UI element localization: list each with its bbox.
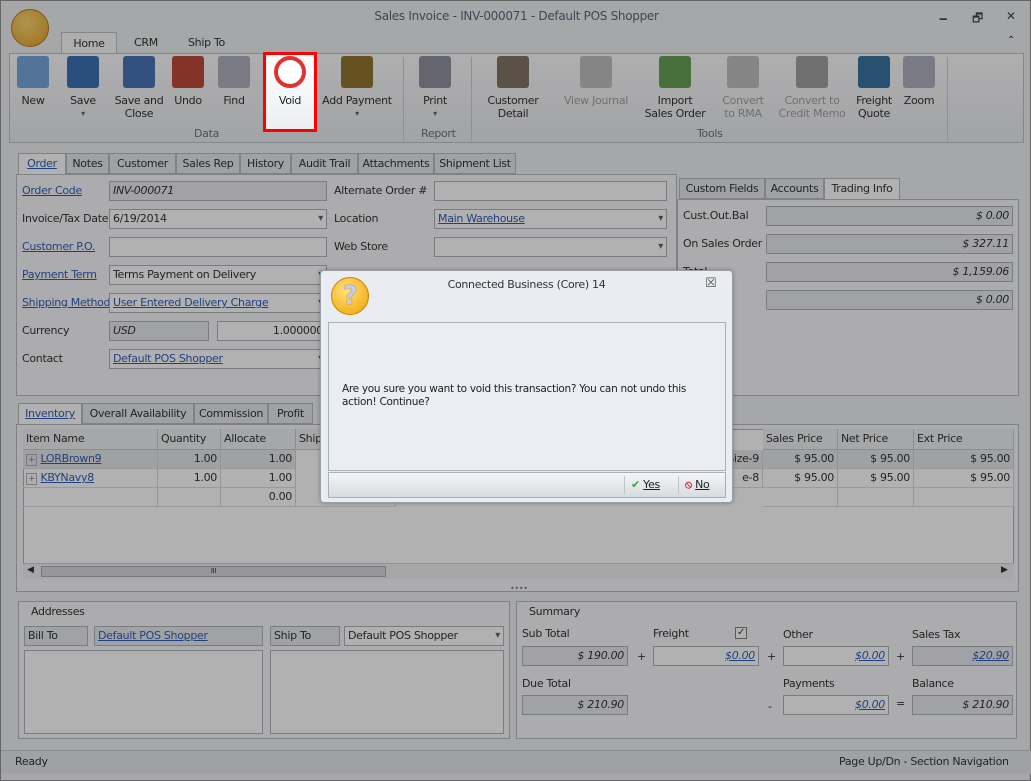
dialog-title: Connected Business (Core) 14 — [447, 278, 606, 291]
yes-button[interactable]: ✔ Yes — [624, 476, 674, 494]
button-label: Void — [278, 94, 302, 107]
checkmark-icon: ✔ — [631, 478, 640, 491]
confirm-dialog: ? Connected Business (Core) 14 ☒ Are you… — [320, 270, 733, 503]
dialog-close-icon[interactable]: ☒ — [705, 276, 717, 291]
dialog-message-panel: Are you sure you want to void this trans… — [328, 322, 726, 471]
dialog-message: Are you sure you want to void this trans… — [342, 383, 686, 408]
void-button[interactable]: Void — [250, 56, 330, 107]
no-entry-icon: ⦸ — [685, 478, 692, 491]
void-stamp-icon — [274, 56, 306, 88]
dialog-button-bar: ✔ Yes ⦸ No — [328, 472, 726, 498]
no-button[interactable]: ⦸ No — [678, 476, 724, 494]
